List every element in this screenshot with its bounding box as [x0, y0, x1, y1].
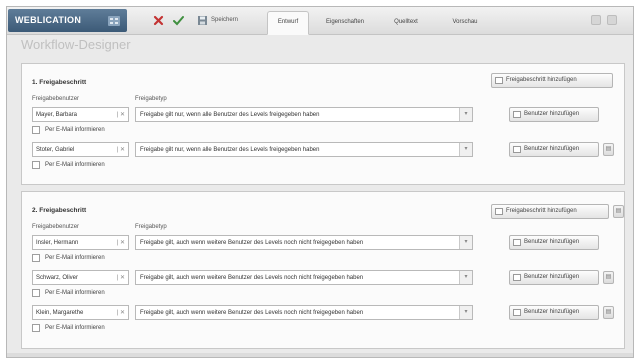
- approval-step-1: 1. Freigabeschritt Freigabeschritt hinzu…: [21, 63, 625, 185]
- add-step-label: Freigabeschritt hinzufügen: [506, 208, 577, 214]
- email-label: Per E-Mail informieren: [45, 127, 105, 133]
- remove-user-icon[interactable]: | ✕: [117, 146, 125, 153]
- page-title: Workflow-Designer: [21, 37, 131, 52]
- toolbar: WEBLICATION Speichern Entwurf Eigenschaf…: [7, 7, 633, 35]
- grid-menu-icon[interactable]: [108, 16, 120, 26]
- email-checkbox[interactable]: [32, 254, 40, 262]
- add-user-icon: [513, 146, 521, 153]
- approval-type-select[interactable]: Freigabe gilt nur, wenn alle Benutzer de…: [135, 107, 473, 122]
- delete-row-button[interactable]: ▤: [603, 271, 614, 284]
- approval-type-value: Freigabe gilt, auch wenn weitere Benutze…: [140, 310, 364, 316]
- email-checkbox[interactable]: [32, 126, 40, 134]
- user-name: Stoter, Gabriel: [36, 147, 75, 153]
- user-name: Klein, Margarethe: [36, 310, 84, 316]
- minimize-button[interactable]: [591, 15, 601, 25]
- step-title: 2. Freigabeschritt: [32, 207, 87, 214]
- user-field[interactable]: Insler, Hermann | ✕: [32, 235, 129, 250]
- brand-logo[interactable]: WEBLICATION: [8, 9, 127, 32]
- add-user-button[interactable]: Benutzer hinzufügen: [509, 270, 599, 285]
- email-checkbox[interactable]: [32, 161, 40, 169]
- add-user-icon: [513, 309, 521, 316]
- remove-user-icon[interactable]: | ✕: [117, 309, 125, 316]
- close-icon[interactable]: [153, 15, 164, 26]
- email-label: Per E-Mail informieren: [45, 162, 105, 168]
- remove-user-icon[interactable]: | ✕: [117, 274, 125, 281]
- user-name: Mayer, Barbara: [36, 112, 78, 118]
- tab-eigenschaften[interactable]: Eigenschaften: [315, 11, 375, 31]
- user-field[interactable]: Klein, Margarethe | ✕: [32, 305, 129, 320]
- add-step-button[interactable]: Freigabeschritt hinzufügen: [491, 204, 609, 219]
- tab-entwurf[interactable]: Entwurf: [267, 11, 309, 35]
- add-user-label: Benutzer hinzufügen: [524, 146, 580, 152]
- user-column-label: Freigabebenutzer: [32, 224, 80, 230]
- email-checkbox[interactable]: [32, 289, 40, 297]
- add-user-button[interactable]: Benutzer hinzufügen: [509, 235, 599, 250]
- approval-type-select[interactable]: Freigabe gilt, auch wenn weitere Benutze…: [135, 305, 473, 320]
- tab-vorschau[interactable]: Vorschau: [443, 11, 487, 31]
- approval-type-select[interactable]: Freigabe gilt nur, wenn alle Benutzer de…: [135, 142, 473, 157]
- approval-type-value: Freigabe gilt nur, wenn alle Benutzer de…: [140, 112, 320, 118]
- user-field[interactable]: Schwarz, Oliver | ✕: [32, 270, 129, 285]
- email-label: Per E-Mail informieren: [45, 325, 105, 331]
- delete-step-button[interactable]: ▤: [613, 205, 624, 218]
- email-label: Per E-Mail informieren: [45, 290, 105, 296]
- email-label: Per E-Mail informieren: [45, 255, 105, 261]
- save-button[interactable]: Speichern: [211, 17, 238, 23]
- add-user-label: Benutzer hinzufügen: [524, 274, 580, 280]
- add-user-label: Benutzer hinzufügen: [524, 239, 580, 245]
- delete-row-button[interactable]: ▤: [603, 306, 614, 319]
- delete-row-button[interactable]: ▤: [603, 143, 614, 156]
- save-icon[interactable]: [197, 15, 208, 26]
- user-name: Insler, Hermann: [36, 240, 79, 246]
- add-user-button[interactable]: Benutzer hinzufügen: [509, 107, 599, 122]
- step-title: 1. Freigabeschritt: [32, 79, 87, 86]
- add-user-icon: [513, 239, 521, 246]
- add-user-button[interactable]: Benutzer hinzufügen: [509, 305, 599, 320]
- approval-type-value: Freigabe gilt nur, wenn alle Benutzer de…: [140, 147, 320, 153]
- add-user-icon: [513, 111, 521, 118]
- chevron-down-icon[interactable]: ▾: [459, 236, 472, 249]
- type-column-label: Freigabetyp: [135, 224, 167, 230]
- remove-user-icon[interactable]: | ✕: [117, 111, 125, 118]
- add-user-button[interactable]: Benutzer hinzufügen: [509, 142, 599, 157]
- add-step-button[interactable]: Freigabeschritt hinzufügen: [491, 73, 613, 88]
- user-field[interactable]: Stoter, Gabriel | ✕: [32, 142, 129, 157]
- approval-type-value: Freigabe gilt, auch wenn weitere Benutze…: [140, 275, 364, 281]
- user-field[interactable]: Mayer, Barbara | ✕: [32, 107, 129, 122]
- status-bar: [7, 353, 633, 357]
- app-window: WEBLICATION Speichern Entwurf Eigenschaf…: [6, 6, 634, 358]
- approval-type-select[interactable]: Freigabe gilt, auch wenn weitere Benutze…: [135, 235, 473, 250]
- chevron-down-icon[interactable]: ▾: [459, 143, 472, 156]
- user-name: Schwarz, Oliver: [36, 275, 79, 281]
- user-column-label: Freigabebenutzer: [32, 96, 80, 102]
- chevron-down-icon[interactable]: ▾: [459, 271, 472, 284]
- approval-type-value: Freigabe gilt, auch wenn weitere Benutze…: [140, 240, 364, 246]
- remove-user-icon[interactable]: | ✕: [117, 239, 125, 246]
- publish-icon[interactable]: [173, 15, 184, 26]
- add-user-label: Benutzer hinzufügen: [524, 111, 580, 117]
- add-step-label: Freigabeschritt hinzufügen: [506, 77, 577, 83]
- add-icon: [495, 77, 503, 84]
- approval-type-select[interactable]: Freigabe gilt, auch wenn weitere Benutze…: [135, 270, 473, 285]
- add-user-icon: [513, 274, 521, 281]
- chevron-down-icon[interactable]: ▾: [459, 306, 472, 319]
- chevron-down-icon[interactable]: ▾: [459, 108, 472, 121]
- tab-quelltext[interactable]: Quelltext: [385, 11, 427, 31]
- brand-name: WEBLICATION: [15, 15, 82, 25]
- add-icon: [495, 208, 503, 215]
- type-column-label: Freigabetyp: [135, 96, 167, 102]
- maximize-button[interactable]: [607, 15, 617, 25]
- approval-step-2: 2. Freigabeschritt Freigabeschritt hinzu…: [21, 191, 625, 349]
- email-checkbox[interactable]: [32, 324, 40, 332]
- add-user-label: Benutzer hinzufügen: [524, 309, 580, 315]
